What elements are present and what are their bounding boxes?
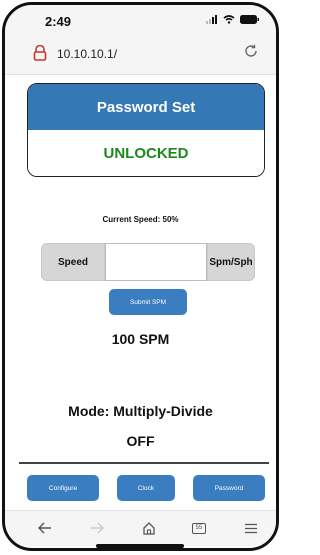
status-icons: [206, 15, 260, 24]
status-time: 2:49: [45, 14, 72, 29]
lock-warning-icon[interactable]: [33, 45, 47, 61]
tabs-icon[interactable]: 55: [189, 519, 209, 537]
speed-prefix-label: Speed: [41, 243, 105, 281]
speed-unit-label: Spm/Sph: [207, 243, 255, 281]
back-icon[interactable]: [35, 519, 55, 537]
spm-value: 100 SPM: [111, 331, 170, 347]
forward-icon[interactable]: [87, 519, 107, 537]
menu-icon[interactable]: [241, 519, 261, 537]
password-button[interactable]: Password: [193, 475, 265, 501]
clock-button[interactable]: Clock: [117, 475, 175, 501]
phone-frame: 2:49 10.10.10.1/ Password Set UNLOCKED C…: [2, 2, 279, 551]
mode-state: OFF: [126, 433, 155, 449]
password-card-title: Password Set: [28, 84, 264, 130]
divider: [19, 462, 269, 464]
reload-icon[interactable]: [244, 44, 258, 58]
speed-input[interactable]: [105, 243, 207, 281]
battery-icon: [240, 15, 259, 24]
configure-button[interactable]: Configure: [27, 475, 99, 501]
lock-status: UNLOCKED: [28, 130, 264, 176]
browser-toolbar: 55: [5, 510, 276, 546]
current-speed-label: Current Speed: 50%: [102, 215, 179, 224]
mode-label: Mode: Multiply-Divide: [68, 403, 213, 419]
wifi-icon: [223, 15, 235, 24]
url-text[interactable]: 10.10.10.1/: [57, 47, 117, 61]
status-bar: 2:49: [5, 5, 276, 35]
tabs-count: 55: [192, 522, 206, 534]
home-indicator: [96, 544, 184, 548]
bottom-nav-buttons: Configure Clock Password: [5, 475, 276, 501]
password-card: Password Set UNLOCKED: [27, 83, 265, 177]
address-bar[interactable]: 10.10.10.1/: [5, 35, 276, 75]
signal-icon: [206, 15, 217, 24]
submit-spm-button[interactable]: Submit SPM: [109, 289, 187, 315]
home-icon[interactable]: [139, 519, 159, 537]
speed-input-group: Speed Spm/Sph: [41, 243, 255, 281]
